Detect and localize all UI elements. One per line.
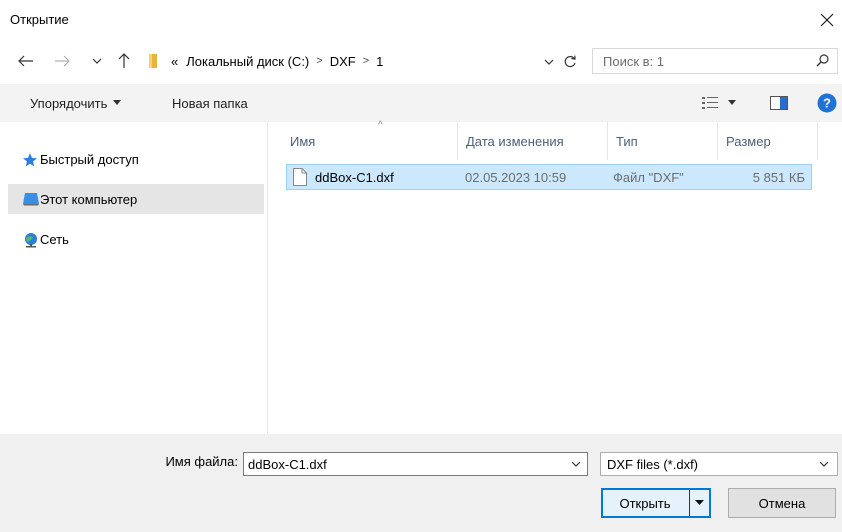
file-type-dropdown[interactable] (815, 455, 833, 473)
preview-pane-icon (770, 96, 788, 110)
file-type-value: DXF files (*.dxf) (607, 456, 699, 472)
column-header-name[interactable]: ^ Имя (282, 120, 458, 160)
new-folder-label: Новая папка (172, 95, 248, 111)
title-bar: Открытие (0, 0, 842, 40)
sidebar-item-label: Сеть (40, 231, 69, 247)
filename-field[interactable]: ddBox-C1.dxf (243, 452, 588, 476)
arrow-up-icon (118, 53, 130, 68)
search-box[interactable]: Поиск в: 1 (592, 48, 838, 74)
change-view-button[interactable] (702, 84, 736, 122)
forward-button[interactable] (48, 48, 76, 74)
caret-down-icon (695, 500, 704, 505)
breadcrumb-local-disk[interactable]: Локальный диск (C:) (186, 54, 309, 69)
breadcrumb-current[interactable]: 1 (376, 54, 383, 69)
file-type-select[interactable]: DXF files (*.dxf) (600, 452, 838, 476)
column-header-size[interactable]: Размер (718, 122, 818, 160)
refresh-button[interactable] (559, 51, 581, 73)
breadcrumb-overflow[interactable]: « (171, 54, 178, 69)
arrow-left-icon (18, 55, 33, 67)
filename-value[interactable]: ddBox-C1.dxf (248, 457, 327, 472)
sidebar-item-label: Этот компьютер (40, 191, 138, 207)
computer-icon (23, 193, 39, 206)
search-icon[interactable] (815, 53, 831, 69)
cancel-button[interactable]: Отмена (728, 488, 836, 518)
organize-button[interactable]: Упорядочить (30, 84, 122, 122)
network-icon (25, 233, 37, 248)
details-view-icon (702, 97, 718, 109)
help-icon: ? (817, 93, 837, 113)
file-size: 5 851 КБ (752, 169, 805, 185)
close-button[interactable] (812, 4, 842, 36)
chevron-down-icon (92, 58, 102, 64)
dialog-title: Открытие (10, 12, 69, 27)
breadcrumb-separator-icon[interactable]: > (363, 55, 369, 67)
close-icon (820, 13, 834, 27)
folder-icon (149, 54, 157, 68)
svg-text:?: ? (823, 96, 831, 111)
navigation-bar: « Локальный диск (C:) > DXF > 1 Поиск в:… (0, 46, 842, 76)
refresh-icon (564, 55, 576, 68)
file-type: Файл "DXF" (613, 169, 684, 185)
organize-label: Упорядочить (30, 95, 108, 111)
command-toolbar: Упорядочить Новая папка ? (0, 84, 842, 122)
caret-down-icon (113, 100, 122, 105)
address-bar[interactable]: « Локальный диск (C:) > DXF > 1 (142, 48, 586, 74)
column-header-type[interactable]: Тип (608, 122, 718, 160)
arrow-right-icon (55, 55, 70, 67)
back-button[interactable] (12, 48, 40, 74)
help-button[interactable]: ? (817, 84, 837, 122)
star-icon (23, 153, 37, 167)
column-header-label: Дата изменения (466, 133, 564, 149)
preview-pane-button[interactable] (770, 84, 788, 122)
file-icon (293, 168, 307, 186)
column-header-date[interactable]: Дата изменения (458, 122, 608, 160)
cancel-button-label: Отмена (758, 495, 806, 511)
sidebar-item-quick-access[interactable]: Быстрый доступ (8, 144, 264, 174)
open-options-button[interactable] (689, 490, 709, 516)
open-button[interactable]: Открыть (601, 488, 711, 518)
breadcrumb-dxf[interactable]: DXF (330, 54, 356, 69)
column-header-label: Размер (726, 133, 771, 149)
sort-ascending-icon: ^ (378, 120, 383, 131)
filename-label: Имя файла: (165, 454, 238, 469)
chevron-down-icon (544, 59, 554, 65)
search-input[interactable]: Поиск в: 1 (603, 54, 664, 69)
file-name: ddBox-C1.dxf (315, 169, 394, 185)
dialog-footer: Имя файла: ddBox-C1.dxf DXF files (*.dxf… (0, 434, 842, 532)
chevron-down-icon (571, 461, 581, 467)
filename-history-button[interactable] (567, 455, 585, 473)
address-history-button[interactable] (541, 53, 557, 71)
sidebar-item-network[interactable]: Сеть (8, 224, 264, 254)
up-button[interactable] (112, 48, 136, 74)
breadcrumb-separator-icon[interactable]: > (316, 55, 322, 67)
sidebar-item-this-pc[interactable]: Этот компьютер (8, 184, 264, 214)
table-row[interactable]: ddBox-C1.dxf 02.05.2023 10:59 Файл "DXF"… (286, 164, 812, 190)
file-list: ^ Имя Дата изменения Тип Размер ddBox-C1… (270, 120, 842, 434)
caret-down-icon (728, 100, 736, 105)
new-folder-button[interactable]: Новая папка (172, 84, 248, 122)
file-name-cell: ddBox-C1.dxf (293, 165, 394, 189)
file-date: 02.05.2023 10:59 (465, 169, 567, 185)
navigation-pane: Быстрый доступ Этот компьютер Сеть (0, 122, 268, 434)
recent-locations-button[interactable] (88, 48, 106, 74)
column-header-label: Имя (290, 133, 316, 149)
chevron-down-icon (819, 461, 829, 467)
open-button-label: Открыть (619, 495, 671, 511)
sidebar-item-label: Быстрый доступ (40, 151, 139, 167)
column-header-label: Тип (616, 133, 638, 149)
